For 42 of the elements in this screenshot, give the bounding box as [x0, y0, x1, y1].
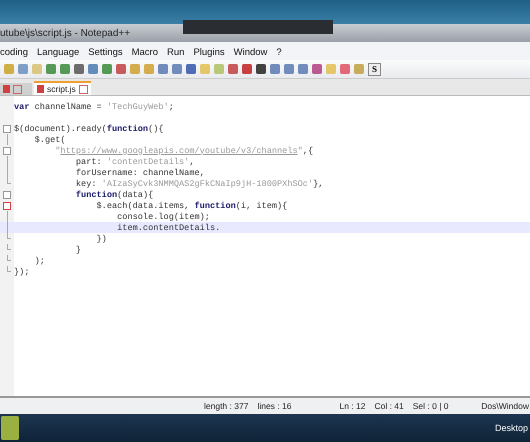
file-tab[interactable]: script.js: [34, 81, 91, 95]
menu-item[interactable]: Run: [167, 46, 184, 58]
file-icon: [37, 85, 44, 93]
close-icon[interactable]: [13, 84, 22, 94]
menu-item[interactable]: Settings: [88, 46, 123, 58]
code-line: });: [14, 266, 30, 276]
code-line: part: 'contentDetails',: [74, 156, 195, 166]
taskbar-label[interactable]: Desktop: [494, 423, 530, 433]
status-text: length : 377: [204, 401, 248, 411]
code-line: "https://www.googleapis.com/youtube/v3/channels",{: [54, 146, 314, 156]
status-text: Sel : 0 | 0: [412, 401, 449, 411]
file-tab[interactable]: [0, 83, 32, 95]
code-line: );: [34, 256, 45, 266]
menu-item[interactable]: ?: [276, 46, 282, 58]
fold-end-icon: [6, 178, 10, 184]
status-text: Dos\Window: [481, 401, 530, 411]
code-line: key: 'AIzaSyCvk3NMMQAS2gFkCNaIp9jH-1800PXhSOc'},: [74, 178, 324, 188]
toolbar-button[interactable]: S: [368, 62, 382, 76]
window-title: utube\js\script.js - Notepad++: [0, 28, 130, 38]
status-text: Col : 41: [374, 401, 404, 411]
code-line: var channelName = 'TechGuyWeb';: [14, 102, 174, 112]
code-line: item.contentDetails.: [116, 222, 220, 232]
close-icon[interactable]: [78, 84, 88, 94]
fold-icon[interactable]: [3, 146, 11, 154]
code-line: $.get(: [34, 134, 66, 144]
menu-item[interactable]: coding: [0, 46, 28, 58]
file-icon: [3, 85, 10, 93]
code-line: }): [96, 234, 107, 244]
fold-icon[interactable]: [3, 124, 11, 132]
menu-item[interactable]: Plugins: [193, 46, 225, 58]
menu-item[interactable]: Language: [37, 46, 80, 58]
code-line: forUsername: channelName,: [74, 168, 205, 178]
code-line: }: [74, 244, 82, 254]
code-line: console.log(item);: [116, 212, 210, 222]
code-line: $.each(data.items, function(i, item){: [96, 200, 288, 210]
menu-item[interactable]: Window: [234, 46, 268, 58]
code-line: function(data){: [74, 190, 154, 200]
status-text: Ln : 12: [339, 401, 366, 411]
code-line: $(document).ready(function(){: [14, 124, 164, 134]
fold-guide: [6, 134, 8, 145]
menu-item[interactable]: Macro: [132, 46, 158, 58]
status-text: lines : 16: [257, 401, 292, 411]
